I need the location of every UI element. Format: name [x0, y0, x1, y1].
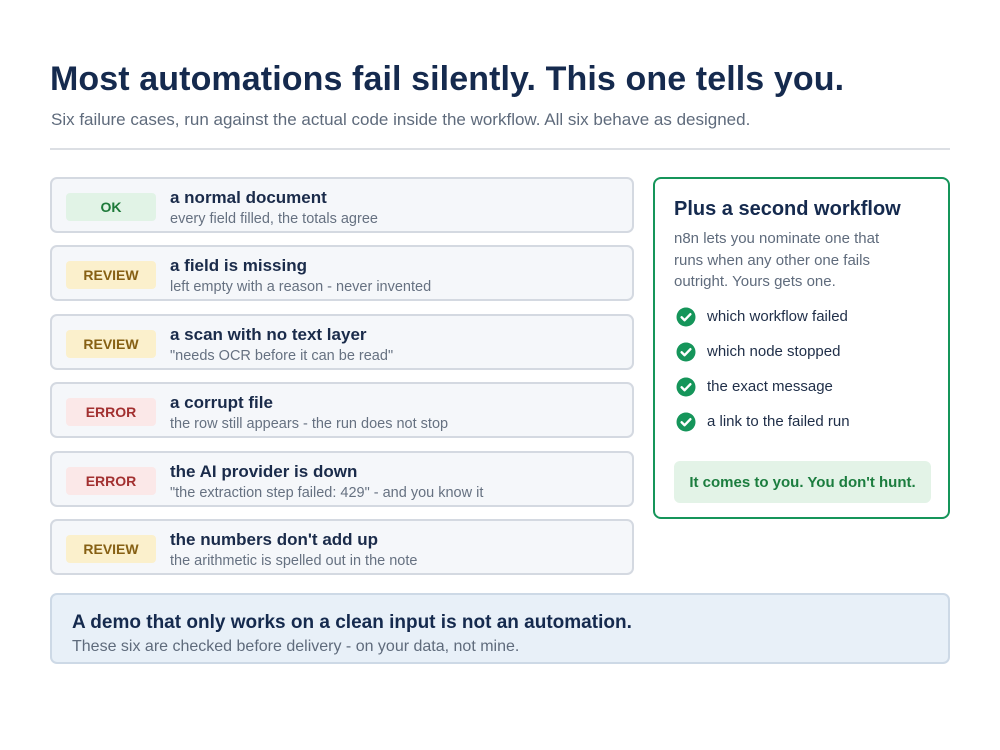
case-title: the AI provider is down — [170, 461, 358, 481]
checklist-item: which workflow failed — [676, 307, 850, 342]
panel-title: Plus a second workflow — [674, 198, 901, 220]
checklist-label: a link to the failed run — [707, 413, 850, 430]
second-workflow-panel: Plus a second workflow n8n lets you nomi… — [653, 177, 950, 519]
footer-title: A demo that only works on a clean input … — [72, 612, 632, 633]
status-badge: ERROR — [66, 466, 156, 495]
case-description: "needs OCR before it can be read" — [170, 347, 394, 364]
footer-description: These six are checked before delivery - … — [72, 638, 520, 655]
checklist: which workflow failed which node stopped… — [676, 307, 850, 447]
case-description: every field filled, the totals agree — [170, 211, 378, 227]
case-row: REVIEW the numbers don't add up the arit… — [50, 518, 634, 575]
status-badge: REVIEW — [66, 534, 156, 563]
status-badge: ERROR — [66, 398, 156, 427]
case-title: a scan with no text layer — [170, 324, 367, 344]
case-row: OK a normal document every field filled,… — [50, 177, 634, 233]
status-badge: REVIEW — [66, 261, 156, 290]
status-badge: OK — [66, 193, 156, 221]
footer-note: A demo that only works on a clean input … — [50, 593, 950, 664]
case-row: ERROR the AI provider is down "the extra… — [50, 450, 634, 507]
check-circle-icon — [676, 412, 696, 432]
checklist-item: the exact message — [676, 377, 850, 412]
case-title: a normal document — [170, 188, 327, 207]
case-title: the numbers don't add up — [170, 529, 379, 549]
panel-callout: It comes to you. You don't hunt. — [674, 461, 931, 503]
case-title: a field is missing — [170, 256, 307, 276]
case-description: the arithmetic is spelled out in the not… — [170, 552, 418, 569]
check-circle-icon — [676, 342, 696, 362]
page-title: Most automations fail silently. This one… — [50, 60, 845, 98]
check-circle-icon — [676, 307, 696, 327]
status-badge: REVIEW — [66, 329, 156, 358]
panel-description: n8n lets you nominate one that runs when… — [674, 230, 880, 290]
case-title: a corrupt file — [170, 393, 273, 413]
header-divider — [50, 148, 950, 150]
case-description: the row still appears - the run does not… — [170, 416, 449, 433]
case-description: "the extraction step failed: 429" - and … — [170, 484, 484, 501]
check-circle-icon — [676, 377, 696, 397]
page: Most automations fail silently. This one… — [0, 0, 1000, 750]
page-subtitle: Six failure cases, run against the actua… — [51, 110, 751, 129]
checklist-item: which node stopped — [676, 342, 850, 377]
case-row: REVIEW a field is missing left empty wit… — [50, 245, 634, 302]
checklist-label: which workflow failed — [707, 308, 848, 325]
case-description: left empty with a reason - never invente… — [170, 279, 432, 296]
checklist-label: the exact message — [707, 378, 833, 395]
case-row: REVIEW a scan with no text layer "needs … — [50, 313, 634, 370]
case-row: ERROR a corrupt file the row still appea… — [50, 382, 634, 439]
checklist-item: a link to the failed run — [676, 412, 850, 447]
failure-cases-list: OK a normal document every field filled,… — [50, 177, 634, 587]
checklist-label: which node stopped — [707, 343, 841, 360]
